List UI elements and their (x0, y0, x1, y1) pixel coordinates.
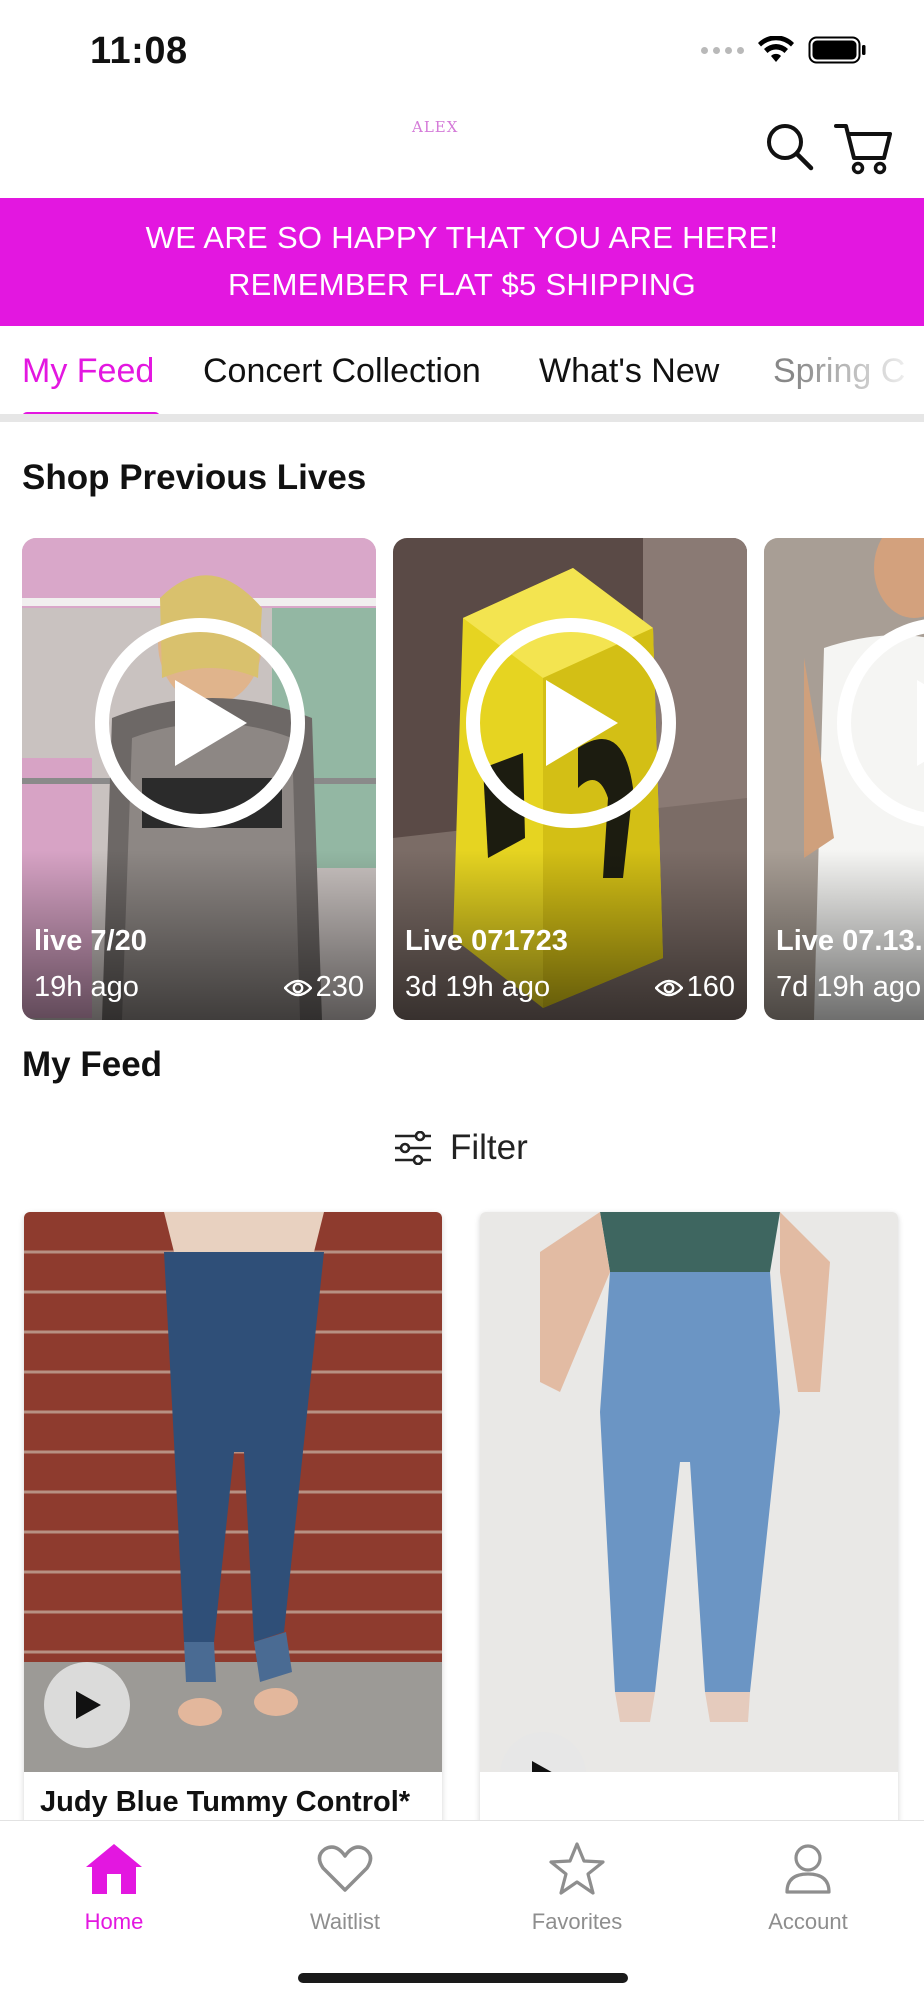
brand-logo[interactable]: ALEX (412, 118, 458, 136)
tabbar-home-label: Home (84, 1909, 144, 1934)
signal-icon (701, 46, 744, 54)
cart-icon[interactable] (834, 120, 894, 176)
product-image (480, 1212, 898, 1772)
status-icons (701, 36, 866, 64)
tab-concert-collection[interactable]: Concert Collection (203, 352, 481, 391)
live-card[interactable]: Live 07.13. 7d 19h ago (764, 538, 924, 1020)
tabbar-waitlist-label: Waitlist (309, 1909, 381, 1934)
category-tabs: My Feed Concert Collection What's New Sp… (0, 326, 924, 422)
heart-icon (317, 1845, 373, 1892)
product-card[interactable] (480, 1212, 898, 1832)
product-image (24, 1212, 442, 1772)
home-indicator (298, 1973, 628, 1983)
filter-label: Filter (450, 1128, 528, 1167)
status-bar: 11:08 (0, 0, 924, 100)
tab-whats-new[interactable]: What's New (539, 352, 719, 391)
search-icon[interactable] (765, 122, 815, 172)
promo-banner: WE ARE SO HAPPY THAT YOU ARE HERE! REMEM… (0, 198, 924, 326)
live-title: live 7/20 (34, 925, 147, 957)
previous-lives-carousel[interactable]: live 7/20 19h ago 230 Live 071723 3d 19h… (0, 538, 924, 1020)
tabbar-account-label: Account (768, 1909, 848, 1934)
eye-icon (283, 979, 312, 996)
tabbar-account[interactable]: Account (718, 1835, 898, 1935)
status-time: 11:08 (90, 30, 188, 72)
previous-lives-title: Shop Previous Lives (22, 458, 367, 497)
product-card[interactable]: Judy Blue Tummy Control* (24, 1212, 442, 1832)
home-icon (86, 1844, 142, 1894)
play-icon[interactable] (93, 616, 307, 830)
eye-icon (654, 979, 683, 996)
product-video-button[interactable] (44, 1662, 130, 1748)
live-title: Live 071723 (405, 925, 568, 957)
tabbar-favorites-label: Favorites (531, 1909, 623, 1934)
product-photo (480, 1212, 898, 1772)
active-tab-indicator (22, 412, 160, 414)
banner-line-2: REMEMBER FLAT $5 SHIPPING (227, 267, 697, 302)
app-header: ALEX (0, 100, 924, 198)
live-views: 230 (283, 971, 364, 1004)
live-card[interactable]: Live 071723 3d 19h ago 160 (393, 538, 747, 1020)
play-icon (76, 1691, 101, 1719)
tabbar-waitlist[interactable]: Waitlist (255, 1835, 435, 1935)
play-icon[interactable] (464, 616, 678, 830)
live-card[interactable]: live 7/20 19h ago 230 (22, 538, 376, 1020)
wifi-icon (758, 36, 794, 62)
live-time: 19h ago (34, 971, 139, 1003)
live-time: 3d 19h ago (405, 971, 551, 1003)
live-title: Live 07.13. (776, 925, 923, 957)
live-views: 160 (654, 971, 735, 1004)
tabbar-home[interactable]: Home (24, 1835, 204, 1935)
sliders-icon (395, 1131, 431, 1165)
battery-icon (808, 36, 866, 64)
views-count: 160 (686, 971, 735, 1003)
banner-line-1: WE ARE SO HAPPY THAT YOU ARE HERE! (145, 220, 779, 255)
tabs-fade (794, 326, 924, 414)
play-icon (532, 1761, 552, 1772)
live-time: 7d 19h ago (776, 971, 922, 1003)
tabbar-favorites[interactable]: Favorites (487, 1835, 667, 1935)
feed-title: My Feed (22, 1045, 163, 1084)
views-count: 230 (315, 971, 364, 1003)
filter-button[interactable]: Filter (394, 1128, 528, 1168)
play-icon[interactable] (835, 616, 924, 830)
star-icon (549, 1842, 605, 1895)
tab-my-feed[interactable]: My Feed (22, 352, 154, 391)
person-icon (785, 1844, 831, 1894)
